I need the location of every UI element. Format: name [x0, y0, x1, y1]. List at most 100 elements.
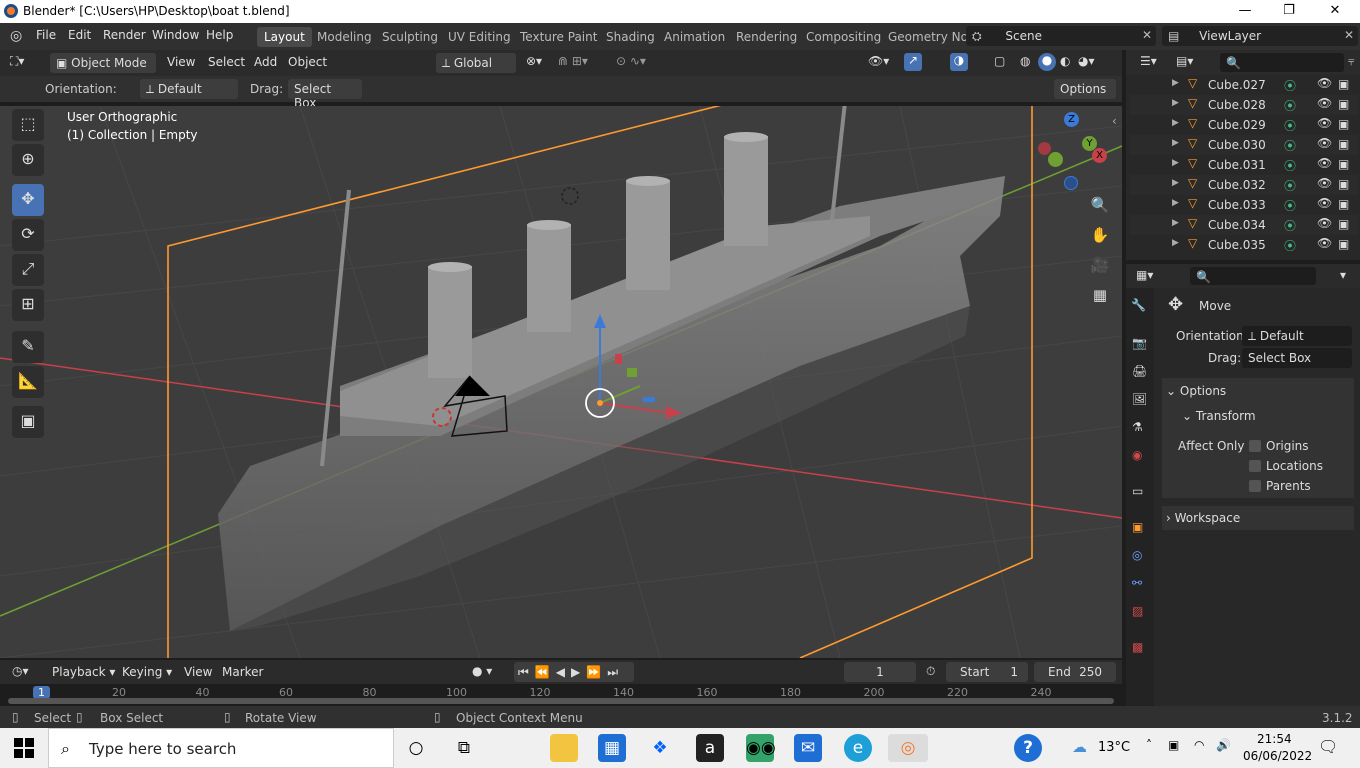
blender-menu-icon[interactable]: ◎	[10, 28, 22, 44]
collection-tab-icon[interactable]: ▭	[1132, 484, 1143, 498]
timeline-menu-view[interactable]: View	[184, 665, 212, 679]
menu-edit[interactable]: Edit	[68, 28, 91, 42]
wireframe-shading-icon[interactable]: ◍	[1020, 54, 1030, 68]
clock-time[interactable]: 21:54	[1257, 732, 1292, 746]
menu-file[interactable]: File	[36, 28, 56, 42]
locations-checkbox[interactable]	[1249, 460, 1261, 472]
volume-icon[interactable]: 🔊	[1216, 738, 1231, 752]
tool-drag-selector[interactable]: Select Box	[288, 79, 362, 110]
annotate-tool[interactable]: ✎	[12, 331, 44, 363]
data-tab-icon[interactable]: ▨	[1132, 604, 1143, 618]
tab-sculpting[interactable]: Sculpting	[375, 27, 445, 47]
camera-render-icon[interactable]: ▣	[1338, 237, 1349, 251]
parents-checkbox[interactable]	[1249, 480, 1261, 492]
outliner-row[interactable]: ▶ ▽ Cube.029 ⦿ 👁 ▣	[1130, 115, 1358, 135]
rendered-shading-icon[interactable]: ◕▾	[1078, 54, 1095, 68]
windows-start-icon[interactable]	[14, 738, 34, 758]
expand-arrow-icon[interactable]: ▶	[1172, 118, 1179, 128]
viewlayer-close-icon[interactable]: ✕	[1344, 28, 1354, 42]
xray-toggle-icon[interactable]: ▢	[994, 54, 1005, 68]
outliner-filter-mode-icon[interactable]: ▤▾	[1176, 54, 1193, 68]
tab-modeling[interactable]: Modeling	[310, 27, 379, 47]
properties-type-icon[interactable]: ▦▾	[1136, 268, 1153, 282]
tray-chevron-icon[interactable]: ˄	[1146, 738, 1152, 752]
camera-render-icon[interactable]: ▣	[1338, 137, 1349, 151]
eye-icon[interactable]: 👁	[1317, 176, 1332, 190]
camera-render-icon[interactable]: ▣	[1338, 177, 1349, 191]
world-tab-icon[interactable]: ◉	[1132, 448, 1142, 462]
help-icon[interactable]: ?	[1014, 734, 1042, 762]
solid-shading-icon[interactable]: ●	[1038, 53, 1056, 71]
prop-drag-selector[interactable]: Select Box	[1242, 348, 1352, 368]
tab-geometry-nodes[interactable]: Geometry No	[881, 27, 975, 47]
outliner-row[interactable]: ▶ ▽ Cube.033 ⦿ 👁 ▣	[1130, 195, 1358, 215]
material-shading-icon[interactable]: ◐	[1060, 54, 1070, 68]
sidebar-toggle-icon[interactable]: ‹	[1112, 114, 1117, 128]
camera-render-icon[interactable]: ▣	[1338, 77, 1349, 91]
transform-orientation-selector[interactable]: ⟂ Global	[436, 53, 516, 73]
prev-key-icon[interactable]: ⏪	[535, 665, 556, 679]
record-icon[interactable]: ● ▾	[472, 664, 492, 678]
workspace-panel-header[interactable]: › Workspace	[1166, 511, 1240, 525]
viewport-menu-add[interactable]: Add	[254, 55, 277, 69]
texture-tab-icon[interactable]: ▩	[1132, 640, 1143, 654]
editor-type-icon[interactable]: ⛶▾	[10, 54, 24, 69]
eye-icon[interactable]: 👁	[1317, 136, 1332, 150]
outliner-row[interactable]: ▶ ▽ Cube.032 ⦿ 👁 ▣	[1130, 175, 1358, 195]
taskbar-search-box[interactable]: ⌕ Type here to search	[48, 728, 394, 768]
transform-tool[interactable]: ⊞	[12, 289, 44, 321]
3d-viewport[interactable]: User Orthographic (1) Collection | Empty…	[0, 106, 1122, 658]
rotate-tool[interactable]: ⟳	[12, 219, 44, 251]
proportional-edit-icon[interactable]: ⊙ ∿▾	[616, 54, 646, 68]
timeline-menu-keying[interactable]: Keying ▾	[122, 665, 172, 679]
origins-checkbox[interactable]	[1249, 440, 1261, 452]
pivot-point-icon[interactable]: ⊗▾	[526, 54, 542, 68]
outliner-filter-icon[interactable]: ⫧	[1348, 54, 1355, 69]
next-key-icon[interactable]: ⏩	[586, 665, 607, 679]
eye-icon[interactable]: 👁	[1317, 76, 1332, 90]
camera-render-icon[interactable]: ▣	[1338, 117, 1349, 131]
store-icon[interactable]: ▦	[598, 734, 626, 762]
tool-orientation-selector[interactable]: ⟂ Default	[140, 79, 238, 99]
menu-window[interactable]: Window	[152, 28, 199, 42]
play-reverse-icon[interactable]: ◀	[556, 665, 571, 679]
eye-icon[interactable]: 👁	[1317, 116, 1332, 130]
workspace-panel[interactable]: › Workspace	[1162, 506, 1354, 530]
snap-icon[interactable]: ⋒ ⊞▾	[558, 54, 588, 68]
close-button[interactable]: ✕	[1312, 0, 1358, 23]
constraints-tab-icon[interactable]: ⚯	[1132, 576, 1142, 590]
end-frame-field[interactable]: End 250	[1034, 662, 1116, 682]
camera-render-icon[interactable]: ▣	[1338, 157, 1349, 171]
scale-tool[interactable]: ⤢	[12, 254, 44, 286]
outliner-row[interactable]: ▶ ▽ Cube.030 ⦿ 👁 ▣	[1130, 135, 1358, 155]
outliner-row[interactable]: ▶ ▽ Cube.031 ⦿ 👁 ▣	[1130, 155, 1358, 175]
camera-render-icon[interactable]: ▣	[1338, 97, 1349, 111]
gizmo-z-label[interactable]: Z	[1064, 112, 1079, 127]
dropbox-icon[interactable]: ❖	[646, 734, 674, 762]
outliner-row[interactable]: ▶ ▽ Cube.034 ⦿ 👁 ▣	[1130, 215, 1358, 235]
gizmo-neg-z[interactable]	[1064, 176, 1078, 190]
expand-arrow-icon[interactable]: ▶	[1172, 218, 1179, 228]
viewport-menu-object[interactable]: Object	[288, 55, 327, 69]
outliner-row[interactable]: ▶ ▽ Cube.028 ⦿ 👁 ▣	[1130, 95, 1358, 115]
scene-close-icon[interactable]: ✕	[1142, 28, 1152, 42]
current-frame-field[interactable]: 1	[844, 662, 916, 682]
move-tool[interactable]: ✥	[12, 184, 44, 216]
properties-search-input[interactable]: 🔍	[1190, 267, 1316, 285]
tab-uv-editing[interactable]: UV Editing	[441, 27, 518, 47]
viewlayer-selector[interactable]: ▤ ViewLayer ✕	[1162, 26, 1358, 46]
properties-options-icon[interactable]: ▾	[1340, 268, 1346, 282]
overlay-toggle-icon[interactable]: ◑	[950, 53, 968, 71]
viewport-menu-select[interactable]: Select	[208, 55, 245, 69]
expand-arrow-icon[interactable]: ▶	[1172, 138, 1179, 148]
output-tab-icon[interactable]: 🖨	[1132, 364, 1147, 378]
clock-date[interactable]: 06/06/2022	[1243, 749, 1312, 763]
expand-arrow-icon[interactable]: ▶	[1172, 78, 1179, 88]
camera-render-icon[interactable]: ▣	[1338, 217, 1349, 231]
tab-animation[interactable]: Animation	[657, 27, 732, 47]
pan-hand-icon[interactable]: ✋	[1086, 222, 1114, 250]
tool-tab-icon[interactable]: 🔧	[1131, 298, 1146, 312]
expand-arrow-icon[interactable]: ▶	[1172, 198, 1179, 208]
outliner-type-icon[interactable]: ☰▾	[1140, 54, 1157, 68]
transform-subpanel-header[interactable]: ⌄ Transform	[1182, 409, 1256, 423]
